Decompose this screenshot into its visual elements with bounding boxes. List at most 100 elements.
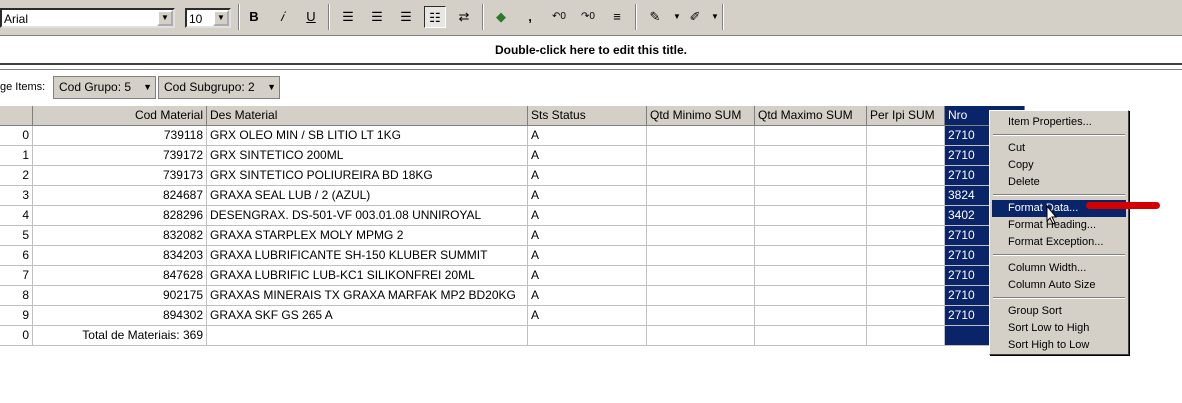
menu-item-column-auto-size[interactable]: Column Auto Size <box>992 277 1126 294</box>
cell-cod-material[interactable]: 832082 <box>33 226 207 246</box>
cell-qtd-minimo[interactable] <box>647 306 755 326</box>
cell-qtd-maximo[interactable] <box>755 166 867 186</box>
bold-button[interactable]: B <box>243 6 265 28</box>
cell-cod-material[interactable]: 739118 <box>33 126 207 146</box>
chevron-down-icon[interactable]: ▼ <box>213 10 229 26</box>
cell-qtd-maximo[interactable] <box>755 186 867 206</box>
fill-color-icon[interactable]: ✎ <box>644 6 666 28</box>
cell-des-material[interactable]: GRAXAS MINERAIS TX GRAXA MARFAK MP2 BD20… <box>207 286 528 306</box>
column-header[interactable]: Qtd Minimo SUM <box>647 106 755 126</box>
cell-des-material[interactable]: GRX SINTETICO POLIUREIRA BD 18KG <box>207 166 528 186</box>
menu-item-format-heading[interactable]: Format Heading... <box>992 217 1126 234</box>
cell-per-ipi[interactable] <box>867 306 945 326</box>
cell-qtd-minimo[interactable] <box>647 246 755 266</box>
cell-des-material[interactable]: GRX SINTETICO 200ML <box>207 146 528 166</box>
cell-cod-material[interactable]: 739173 <box>33 166 207 186</box>
column-header[interactable]: Des Material <box>207 106 528 126</box>
page-item-cod-subgrupo[interactable]: Cod Subgrupo: 2 ▼ <box>158 76 280 99</box>
cell-des-material[interactable]: GRAXA LUBRIFIC LUB-KC1 SILIKONFREI 20ML <box>207 266 528 286</box>
cell-per-ipi[interactable] <box>867 206 945 226</box>
increase-decimal-icon[interactable]: ↶0 <box>548 6 570 28</box>
report-title[interactable]: Double-click here to edit this title. <box>0 43 1182 57</box>
menu-item-copy[interactable]: Copy <box>992 157 1126 174</box>
comma-style-icon[interactable]: , <box>519 6 541 28</box>
align-right-icon[interactable]: ☰ <box>395 6 417 28</box>
cell-sts-status[interactable]: A <box>528 186 647 206</box>
decrease-decimal-icon[interactable]: ↷0 <box>577 6 599 28</box>
menu-item-format-exception[interactable]: Format Exception... <box>992 234 1126 251</box>
cell-sts-status[interactable]: A <box>528 246 647 266</box>
cell-per-ipi[interactable] <box>867 246 945 266</box>
cell-qtd-minimo[interactable] <box>647 186 755 206</box>
font-color-icon[interactable]: ✐ <box>684 6 706 28</box>
cell-cod-material[interactable]: 828296 <box>33 206 207 226</box>
cell-des-material[interactable]: GRX OLEO MIN / SB LITIO LT 1KG <box>207 126 528 146</box>
align-center-icon[interactable]: ☰ <box>366 6 388 28</box>
menu-item-item-properties[interactable]: Item Properties... <box>992 114 1126 131</box>
currency-format-icon[interactable]: ◆ <box>490 6 512 28</box>
cell-cod-material[interactable]: 824687 <box>33 186 207 206</box>
cell-qtd-maximo[interactable] <box>755 126 867 146</box>
cell-qtd-minimo[interactable] <box>647 226 755 246</box>
page-item-cod-grupo[interactable]: Cod Grupo: 5 ▼ <box>53 76 156 99</box>
align-left-icon[interactable]: ☰ <box>337 6 359 28</box>
cell-cod-material[interactable]: 847628 <box>33 266 207 286</box>
cell-cod-material[interactable]: 902175 <box>33 286 207 306</box>
justify-icon[interactable]: ☷ <box>424 6 446 28</box>
cell-des-material[interactable]: GRAXA LUBRIFICANTE SH-150 KLUBER SUMMIT <box>207 246 528 266</box>
underline-button[interactable]: U <box>300 6 322 28</box>
cell-cod-material[interactable]: 834203 <box>33 246 207 266</box>
menu-item-delete[interactable]: Delete <box>992 174 1126 191</box>
cell-sts-status[interactable]: A <box>528 286 647 306</box>
cell-per-ipi[interactable] <box>867 226 945 246</box>
column-header[interactable]: Qtd Maximo SUM <box>755 106 867 126</box>
cell-qtd-minimo[interactable] <box>647 166 755 186</box>
cell-des-material[interactable]: DESENGRAX. DS-501-VF 003.01.08 UNNIROYAL <box>207 206 528 226</box>
report-title-band[interactable]: Double-click here to edit this title. <box>0 36 1182 65</box>
wrap-text-icon[interactable]: ⇄ <box>453 6 475 28</box>
cell-per-ipi[interactable] <box>867 146 945 166</box>
menu-item-sort-high-to-low[interactable]: Sort High to Low <box>992 337 1126 354</box>
cell-qtd-minimo[interactable] <box>647 206 755 226</box>
cell-sts-status[interactable]: A <box>528 146 647 166</box>
column-header[interactable]: Sts Status <box>528 106 647 126</box>
cell-sts-status[interactable]: A <box>528 226 647 246</box>
menu-item-column-width[interactable]: Column Width... <box>992 260 1126 277</box>
cell-des-material[interactable]: GRAXA SEAL LUB / 2 (AZUL) <box>207 186 528 206</box>
cell-per-ipi[interactable] <box>867 126 945 146</box>
cell-des-material[interactable]: GRAXA STARPLEX MOLY MPMG 2 <box>207 226 528 246</box>
menu-item-group-sort[interactable]: Group Sort <box>992 303 1126 320</box>
column-header[interactable]: Per Ipi SUM <box>867 106 945 126</box>
cell-qtd-minimo[interactable] <box>647 286 755 306</box>
cell-qtd-minimo[interactable] <box>647 266 755 286</box>
cell-cod-material[interactable]: 894302 <box>33 306 207 326</box>
cell-qtd-minimo[interactable] <box>647 126 755 146</box>
cell-per-ipi[interactable] <box>867 266 945 286</box>
indent-icon[interactable]: ≡ <box>606 6 628 28</box>
menu-item-cut[interactable]: Cut <box>992 140 1126 157</box>
column-header[interactable]: Cod Material <box>33 106 207 126</box>
cell-cod-material[interactable]: 739172 <box>33 146 207 166</box>
font-name-combo[interactable]: Arial ▼ <box>0 8 175 28</box>
cell-qtd-maximo[interactable] <box>755 146 867 166</box>
cell-qtd-maximo[interactable] <box>755 306 867 326</box>
cell-sts-status[interactable]: A <box>528 166 647 186</box>
italic-button[interactable]: 𝑖 <box>271 6 293 28</box>
cell-sts-status[interactable]: A <box>528 306 647 326</box>
cell-qtd-maximo[interactable] <box>755 226 867 246</box>
font-size-combo[interactable]: 10 ▼ <box>185 8 231 28</box>
cell-qtd-minimo[interactable] <box>647 146 755 166</box>
cell-qtd-maximo[interactable] <box>755 246 867 266</box>
cell-per-ipi[interactable] <box>867 166 945 186</box>
cell-sts-status[interactable]: A <box>528 126 647 146</box>
chevron-down-icon[interactable]: ▼ <box>157 10 173 26</box>
cell-per-ipi[interactable] <box>867 186 945 206</box>
cell-qtd-maximo[interactable] <box>755 266 867 286</box>
menu-item-sort-low-to-high[interactable]: Sort Low to High <box>992 320 1126 337</box>
cell-sts-status[interactable]: A <box>528 206 647 226</box>
cell-des-material[interactable]: GRAXA SKF GS 265 A <box>207 306 528 326</box>
cell-per-ipi[interactable] <box>867 286 945 306</box>
cell-qtd-maximo[interactable] <box>755 206 867 226</box>
cell-qtd-maximo[interactable] <box>755 286 867 306</box>
cell-sts-status[interactable]: A <box>528 266 647 286</box>
